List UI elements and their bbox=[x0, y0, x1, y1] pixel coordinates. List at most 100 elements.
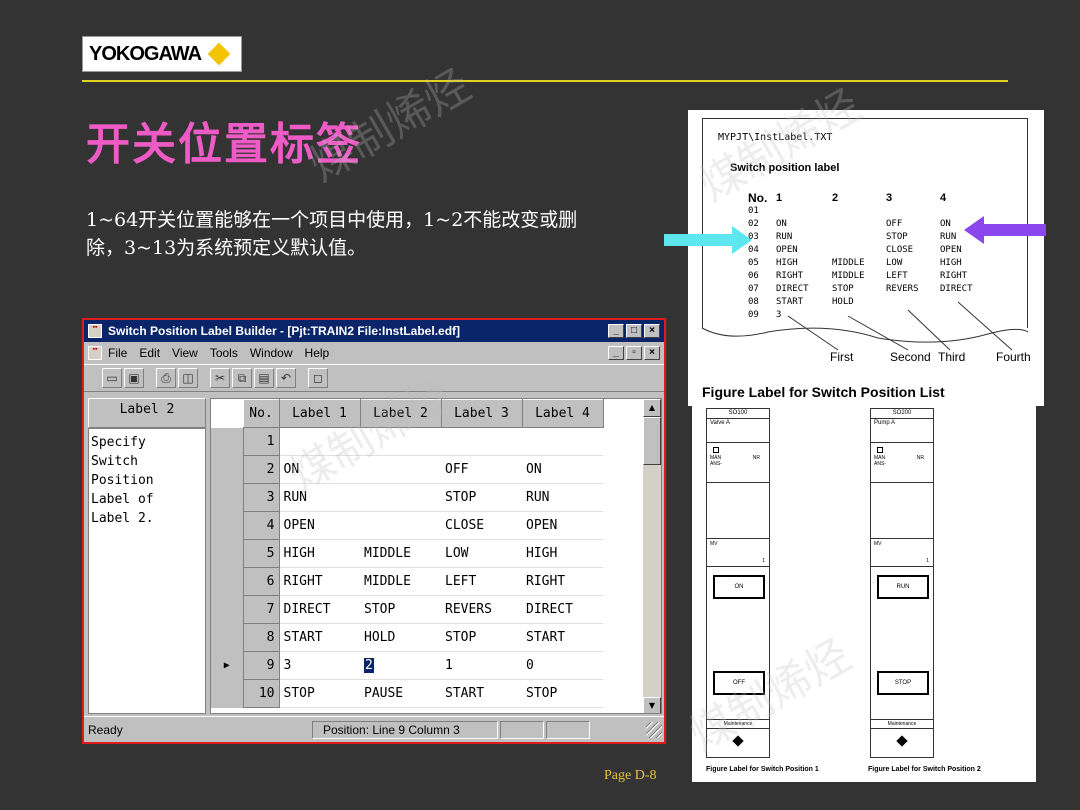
row-selector[interactable] bbox=[211, 539, 244, 568]
menu-edit[interactable]: Edit bbox=[139, 346, 160, 360]
table-row[interactable]: 4 OPEN CLOSE OPEN bbox=[211, 511, 603, 540]
doc-restore-button[interactable]: ▫ bbox=[626, 346, 642, 360]
scroll-down-icon[interactable]: ▼ bbox=[643, 697, 661, 713]
grid-cell[interactable]: HIGH bbox=[522, 539, 603, 568]
scroll-up-icon[interactable]: ▲ bbox=[643, 399, 661, 417]
title-bar[interactable]: ▪▪ Switch Position Label Builder - [Pjt:… bbox=[84, 320, 664, 342]
vertical-scrollbar[interactable]: ▲ ▼ bbox=[643, 399, 661, 713]
grid-cell[interactable]: CLOSE bbox=[441, 511, 522, 540]
grid-cell[interactable]: LEFT bbox=[441, 567, 522, 596]
grid-cell[interactable]: 2 bbox=[360, 651, 441, 680]
col-header-no[interactable]: No. bbox=[242, 399, 280, 428]
open-icon[interactable]: ▭ bbox=[102, 368, 122, 388]
grid-cell[interactable]: OPEN bbox=[279, 511, 360, 540]
grid-cell[interactable]: DIRECT bbox=[522, 595, 603, 624]
undo-icon[interactable]: ↶ bbox=[276, 368, 296, 388]
grid-cell[interactable]: MIDDLE bbox=[360, 539, 441, 568]
grid-cell[interactable]: HOLD bbox=[360, 623, 441, 652]
grid-cell[interactable] bbox=[360, 483, 441, 512]
col-header-label4[interactable]: Label 4 bbox=[521, 399, 604, 428]
grid-cell[interactable]: 1 bbox=[441, 651, 522, 680]
grid-cell[interactable]: OFF bbox=[441, 455, 522, 484]
grid-cell[interactable]: STOP bbox=[279, 679, 360, 708]
grid-cell[interactable] bbox=[279, 427, 360, 456]
row-selector[interactable] bbox=[211, 455, 244, 484]
grid-cell[interactable]: STOP bbox=[441, 623, 522, 652]
row-number[interactable]: 1 bbox=[242, 427, 280, 456]
row-selector[interactable] bbox=[211, 623, 244, 652]
grid-cell[interactable]: STOP bbox=[522, 679, 603, 708]
grid-cell[interactable]: HIGH bbox=[279, 539, 360, 568]
grid-cell[interactable]: LOW bbox=[441, 539, 522, 568]
row-selector[interactable] bbox=[211, 567, 244, 596]
row-selector[interactable] bbox=[211, 595, 244, 624]
grid-cell[interactable] bbox=[360, 511, 441, 540]
grid-cell[interactable]: RUN bbox=[522, 483, 603, 512]
resize-grip-icon[interactable] bbox=[646, 721, 662, 738]
table-row[interactable]: 3 RUN STOP RUN bbox=[211, 483, 603, 512]
menu-file[interactable]: File bbox=[108, 346, 127, 360]
doc-minimize-button[interactable]: _ bbox=[608, 346, 624, 360]
grid-cell[interactable] bbox=[441, 427, 522, 456]
doc-close-button[interactable]: × bbox=[644, 346, 660, 360]
grid-cell[interactable]: 3 bbox=[279, 651, 360, 680]
close-button[interactable]: × bbox=[644, 324, 660, 338]
print-preview-icon[interactable]: ◫ bbox=[178, 368, 198, 388]
row-number[interactable]: 9 bbox=[242, 651, 280, 680]
col-header-label3[interactable]: Label 3 bbox=[440, 399, 523, 428]
grid-cell[interactable] bbox=[360, 427, 441, 456]
grid-cell[interactable]: START bbox=[279, 623, 360, 652]
switch-top-button[interactable]: ON bbox=[713, 575, 765, 599]
grid-cell[interactable]: OPEN bbox=[522, 511, 603, 540]
table-row[interactable]: 7 DIRECT STOP REVERS DIRECT bbox=[211, 595, 603, 624]
cut-icon[interactable]: ✂ bbox=[210, 368, 230, 388]
table-row[interactable]: 8 START HOLD STOP START bbox=[211, 623, 603, 652]
grid-cell[interactable] bbox=[522, 427, 603, 456]
col-header-label1[interactable]: Label 1 bbox=[278, 399, 361, 428]
row-number[interactable]: 4 bbox=[242, 511, 280, 540]
copy-icon[interactable]: ⧉ bbox=[232, 368, 252, 388]
grid-cell[interactable] bbox=[360, 455, 441, 484]
grid-cell[interactable]: RUN bbox=[279, 483, 360, 512]
menu-view[interactable]: View bbox=[172, 346, 198, 360]
grid-cell[interactable]: DIRECT bbox=[279, 595, 360, 624]
switch-top-button[interactable]: RUN bbox=[877, 575, 929, 599]
grid-cell[interactable]: MIDDLE bbox=[360, 567, 441, 596]
grid-cell[interactable]: RIGHT bbox=[522, 567, 603, 596]
row-number[interactable]: 2 bbox=[242, 455, 280, 484]
grid-cell[interactable]: 0 bbox=[522, 651, 603, 680]
paste-icon[interactable]: ▤ bbox=[254, 368, 274, 388]
row-number[interactable]: 8 bbox=[242, 623, 280, 652]
row-selector[interactable] bbox=[211, 511, 244, 540]
grid-cell[interactable]: START bbox=[522, 623, 603, 652]
switch-bottom-button[interactable]: STOP bbox=[877, 671, 929, 695]
grid-cell[interactable]: ON bbox=[522, 455, 603, 484]
grid-cell[interactable]: STOP bbox=[360, 595, 441, 624]
save-icon[interactable]: ▣ bbox=[124, 368, 144, 388]
row-number[interactable]: 6 bbox=[242, 567, 280, 596]
grid-cell[interactable]: RIGHT bbox=[279, 567, 360, 596]
row-number[interactable]: 3 bbox=[242, 483, 280, 512]
table-row[interactable]: 10 STOP PAUSE START STOP bbox=[211, 679, 603, 708]
row-selector[interactable] bbox=[211, 679, 244, 708]
grid-cell[interactable]: REVERS bbox=[441, 595, 522, 624]
current-row-indicator-icon[interactable]: ▶ bbox=[211, 651, 244, 680]
maximize-button[interactable]: □ bbox=[626, 324, 642, 338]
table-row[interactable]: 5 HIGH MIDDLE LOW HIGH bbox=[211, 539, 603, 568]
menu-help[interactable]: Help bbox=[305, 346, 330, 360]
print-icon[interactable]: ⎙ bbox=[156, 368, 176, 388]
grid-cell[interactable]: START bbox=[441, 679, 522, 708]
col-header-label2[interactable]: Label 2 bbox=[359, 399, 442, 428]
row-selector[interactable] bbox=[211, 427, 244, 456]
document-icon[interactable]: ▪▪ bbox=[88, 346, 102, 360]
row-number[interactable]: 10 bbox=[242, 679, 280, 708]
table-row[interactable]: 2 ON OFF ON bbox=[211, 455, 603, 484]
row-number[interactable]: 7 bbox=[242, 595, 280, 624]
table-row[interactable]: ▶ 9 3 2 1 0 bbox=[211, 651, 603, 680]
grid-cell[interactable]: PAUSE bbox=[360, 679, 441, 708]
cell-editor[interactable]: 2 bbox=[364, 658, 374, 673]
grid-cell[interactable]: ON bbox=[279, 455, 360, 484]
grid-cell[interactable]: STOP bbox=[441, 483, 522, 512]
row-selector[interactable] bbox=[211, 483, 244, 512]
properties-icon[interactable]: ◻ bbox=[308, 368, 328, 388]
